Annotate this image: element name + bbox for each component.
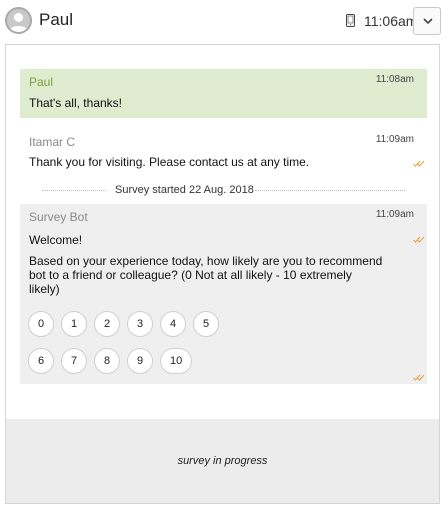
message-sender: Paul [29,75,54,89]
message-survey-bot: Survey Bot 11:09am Welcome! Based on you… [20,204,427,384]
message-text: Thank you for visiting. Please contact u… [29,155,310,169]
survey-greeting: Welcome! [29,233,83,247]
score-button-5[interactable]: 5 [193,311,219,337]
score-button-2[interactable]: 2 [94,311,120,337]
mobile-phone-icon [346,14,355,27]
survey-question-line: Based on your experience today, how like… [29,254,383,268]
dropdown-button[interactable] [413,7,441,35]
survey-question-line: likely) [29,282,60,296]
chat-header: Paul 11:06am [0,0,448,42]
score-options-row-2: 6 7 8 9 10 [28,348,193,374]
message-itamar: Itamar C 11:09am Thank you for visiting.… [20,129,427,175]
survey-question-line: bot to a friend or colleague? (0 Not at … [29,268,352,282]
score-button-9[interactable]: 9 [127,348,153,374]
divider-line [42,190,106,191]
score-button-8[interactable]: 8 [94,348,120,374]
conversation-panel: Paul 11:08am That's all, thanks! Itamar … [5,44,440,504]
score-button-1[interactable]: 1 [61,311,87,337]
user-avatar-icon[interactable] [5,7,32,34]
divider-line [255,190,405,191]
message-time: 11:08am [375,74,414,85]
score-button-7[interactable]: 7 [61,348,87,374]
score-button-10[interactable]: 10 [160,348,193,374]
divider-label: Survey started 22 Aug. 2018 [115,184,254,196]
score-button-3[interactable]: 3 [127,311,153,337]
contact-name: Paul [39,10,74,29]
double-check-icon [413,236,425,243]
message-sender: Survey Bot [29,210,88,224]
message-text: That's all, thanks! [29,96,122,110]
double-check-icon [413,160,425,167]
message-paul: Paul 11:08am That's all, thanks! [20,69,427,118]
double-check-icon [413,374,425,381]
chevron-down-icon [423,18,433,25]
survey-status-footer: survey in progress [6,419,439,503]
message-time: 11:09am [375,134,414,145]
header-time: 11:06am [364,13,418,29]
score-button-4[interactable]: 4 [160,311,186,337]
score-button-0[interactable]: 0 [28,311,54,337]
survey-status-text: survey in progress [177,455,268,467]
score-options-row-1: 0 1 2 3 4 5 [28,311,219,337]
message-sender: Itamar C [29,135,76,149]
survey-start-divider: Survey started 22 Aug. 2018 [42,183,405,197]
score-button-6[interactable]: 6 [28,348,54,374]
message-time: 11:09am [375,209,414,220]
